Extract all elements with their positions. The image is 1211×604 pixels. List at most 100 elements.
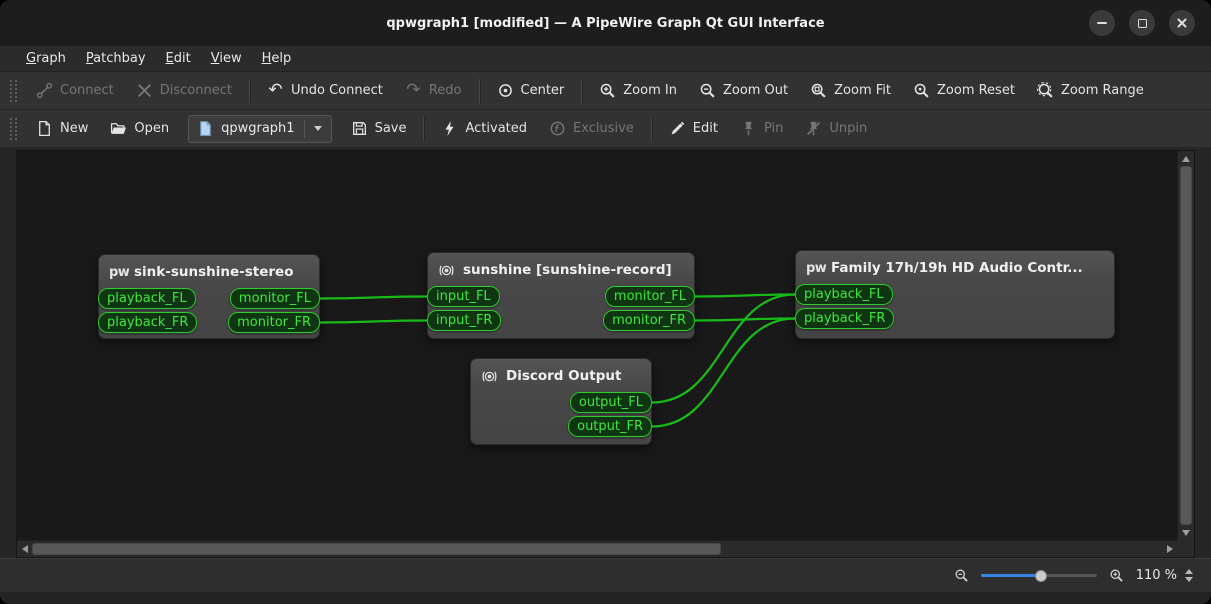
toolbar-drag-handle[interactable] [10, 118, 17, 140]
port-playback_FL[interactable]: playback_FL [795, 284, 893, 305]
menu-item-graph[interactable]: Graph [16, 46, 76, 71]
close-icon [1176, 17, 1188, 29]
port-monitor_FR[interactable]: monitor_FR [228, 312, 320, 333]
graph-node-sink[interactable]: pwsink-sunshine-stereoplayback_FLmonitor… [98, 254, 320, 339]
toolbar-button-center[interactable]: Center [486, 76, 576, 106]
window-controls [1089, 10, 1195, 36]
node-title: Discord Output [506, 368, 621, 384]
toolbar-main: ConnectDisconnect↶Undo Connect↷RedoCente… [0, 72, 1211, 110]
port-monitor_FL[interactable]: monitor_FL [605, 286, 695, 307]
node-title: sink-sunshine-stereo [134, 264, 294, 280]
spin-down-icon[interactable] [1185, 577, 1193, 582]
toolbar-button-zoom-out[interactable]: Zoom Out [688, 76, 799, 106]
toolbar-separator [581, 79, 582, 103]
open-icon [110, 120, 127, 137]
port-row: playback_FL [795, 284, 1115, 305]
toolbar-button-undo-connect[interactable]: ↶Undo Connect [256, 76, 394, 106]
toolbar-button-zoom-fit[interactable]: Zoom Fit [799, 76, 902, 106]
zoom-slider[interactable] [981, 569, 1097, 583]
window-title: qpwgraph1 [modified] — A PipeWire Graph … [386, 16, 824, 31]
horizontal-scroll-trough[interactable] [32, 541, 1162, 557]
scroll-down-arrow[interactable] [1178, 525, 1194, 540]
scroll-up-arrow[interactable] [1178, 151, 1194, 166]
menu-item-view[interactable]: View [201, 46, 252, 71]
port-playback_FL[interactable]: playback_FL [98, 288, 196, 309]
graph-canvas[interactable]: pwsink-sunshine-stereoplayback_FLmonitor… [17, 151, 1177, 540]
minimize-button[interactable] [1089, 10, 1115, 36]
toolbar-button-save[interactable]: Save [340, 114, 418, 144]
spinbox-arrows [1185, 569, 1193, 582]
central-area: pwsink-sunshine-stereoplayback_FLmonitor… [0, 148, 1211, 558]
combo-value: qpwgraph1 [221, 121, 294, 136]
toolbar-button-zoom-in[interactable]: Zoom In [588, 76, 688, 106]
maximize-button[interactable] [1129, 10, 1155, 36]
port-monitor_FR[interactable]: monitor_FR [603, 310, 695, 331]
horizontal-scrollbar[interactable] [17, 540, 1177, 557]
toolbar-button-label: Activated [465, 121, 527, 136]
toolbar-button-label: Zoom In [623, 83, 677, 98]
screencast-icon [438, 262, 455, 279]
graph-node-discord[interactable]: Discord Output output_FL output_FR [470, 358, 652, 445]
port-monitor_FL[interactable]: monitor_FL [230, 288, 320, 309]
connect-icon [36, 82, 53, 99]
toolbar-button-activated[interactable]: Activated [430, 114, 538, 144]
toolbar-button-label: Save [375, 121, 407, 136]
vertical-scrollbar[interactable] [1177, 151, 1194, 540]
toolbar-button-pin: Pin [729, 114, 794, 144]
vertical-scroll-trough[interactable] [1178, 166, 1194, 525]
toolbar-button-label: Unpin [829, 121, 867, 136]
port-input_FL[interactable]: input_FL [427, 286, 500, 307]
horizontal-scroll-thumb[interactable] [32, 543, 721, 555]
toolbar-button-new[interactable]: New [25, 114, 99, 144]
toolbar-drag-handle[interactable] [10, 80, 17, 102]
zoom-fit-icon [810, 82, 827, 99]
scroll-right-arrow[interactable] [1162, 541, 1177, 557]
connection-edge[interactable] [695, 319, 795, 321]
zoom-in-icon [599, 82, 616, 99]
menu-item-help[interactable]: Help [252, 46, 302, 71]
toolbar-button-zoom-range[interactable]: Zoom Range [1026, 76, 1155, 106]
port-output_FL[interactable]: output_FL [570, 392, 652, 413]
port-playback_FR[interactable]: playback_FR [98, 312, 197, 333]
toolbar-button-redo: ↷Redo [394, 76, 473, 106]
close-button[interactable] [1169, 10, 1195, 36]
zoom-out-icon[interactable] [954, 568, 969, 583]
toolbar-button-label: Center [521, 83, 565, 98]
port-row: output_FR [470, 416, 652, 437]
patchbay-file-combo[interactable]: qpwgraph1 [188, 115, 331, 143]
toolbar-button-label: Redo [429, 83, 462, 98]
node-header: Discord Output [471, 359, 651, 389]
menu-item-patchbay[interactable]: Patchbay [76, 46, 156, 71]
connection-edge[interactable] [695, 295, 795, 297]
menu-item-edit[interactable]: Edit [156, 46, 201, 71]
graph-node-sunshine[interactable]: sunshine [sunshine-record]input_FLmonito… [427, 252, 695, 339]
graph-node-family[interactable]: pwFamily 17h/19h HD Audio Contr... playba… [795, 250, 1115, 339]
toolbar-button-connect: Connect [25, 76, 125, 106]
connection-edge[interactable] [320, 321, 427, 323]
zoom-slider-handle[interactable] [1035, 570, 1047, 582]
toolbar-button-label: Zoom Range [1061, 83, 1144, 98]
zoom-spinbox[interactable]: 110 % [1136, 568, 1193, 583]
spin-up-icon[interactable] [1185, 569, 1193, 574]
chevron-down-icon [314, 126, 322, 131]
toolbar-button-zoom-reset[interactable]: Zoom Reset [902, 76, 1026, 106]
scrollbar-corner [1177, 540, 1194, 557]
graph-view[interactable]: pwsink-sunshine-stereoplayback_FLmonitor… [17, 151, 1177, 540]
zoom-range-icon [1037, 82, 1054, 99]
connection-edge[interactable] [320, 297, 427, 299]
port-playback_FR[interactable]: playback_FR [795, 308, 894, 329]
node-header: pwFamily 17h/19h HD Audio Contr... [796, 251, 1114, 281]
toolbar-button-label: Connect [60, 83, 114, 98]
app-window: qpwgraph1 [modified] — A PipeWire Graph … [0, 0, 1211, 604]
toolbar-button-edit[interactable]: Edit [658, 114, 729, 144]
zoom-value: 110 % [1136, 568, 1177, 583]
zoom-in-icon[interactable] [1109, 568, 1124, 583]
port-input_FR[interactable]: input_FR [427, 310, 501, 331]
toolbar-button-open[interactable]: Open [99, 114, 180, 144]
vertical-scroll-thumb[interactable] [1180, 166, 1192, 525]
title-bar: qpwgraph1 [modified] — A PipeWire Graph … [0, 0, 1211, 46]
menu-bar: GraphPatchbayEditViewHelp [0, 46, 1211, 72]
scroll-left-arrow[interactable] [17, 541, 32, 557]
disconnect-icon [136, 82, 153, 99]
port-output_FR[interactable]: output_FR [568, 416, 652, 437]
